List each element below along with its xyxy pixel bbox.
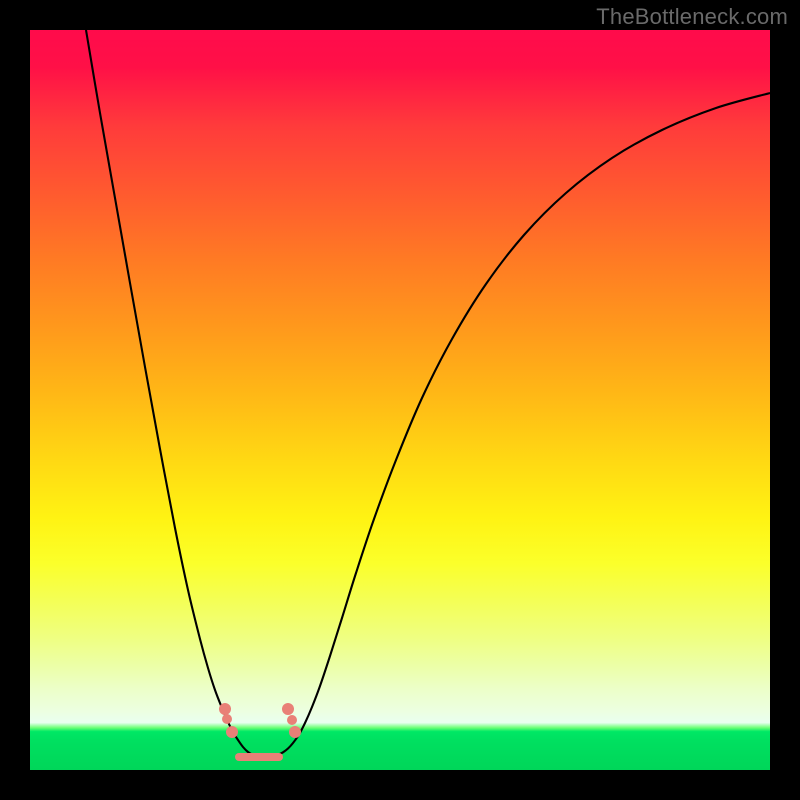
marker-dot <box>226 726 238 738</box>
marker-dot <box>219 703 231 715</box>
bottleneck-curve <box>86 30 770 757</box>
watermark-text: TheBottleneck.com <box>596 4 788 30</box>
marker-dots <box>219 703 301 738</box>
bottom-marker-bar <box>235 753 283 761</box>
marker-dot <box>222 714 232 724</box>
marker-dot <box>282 703 294 715</box>
plot-frame <box>30 30 770 770</box>
marker-dot <box>289 726 301 738</box>
marker-dot <box>287 715 297 725</box>
chart-svg <box>30 30 770 770</box>
